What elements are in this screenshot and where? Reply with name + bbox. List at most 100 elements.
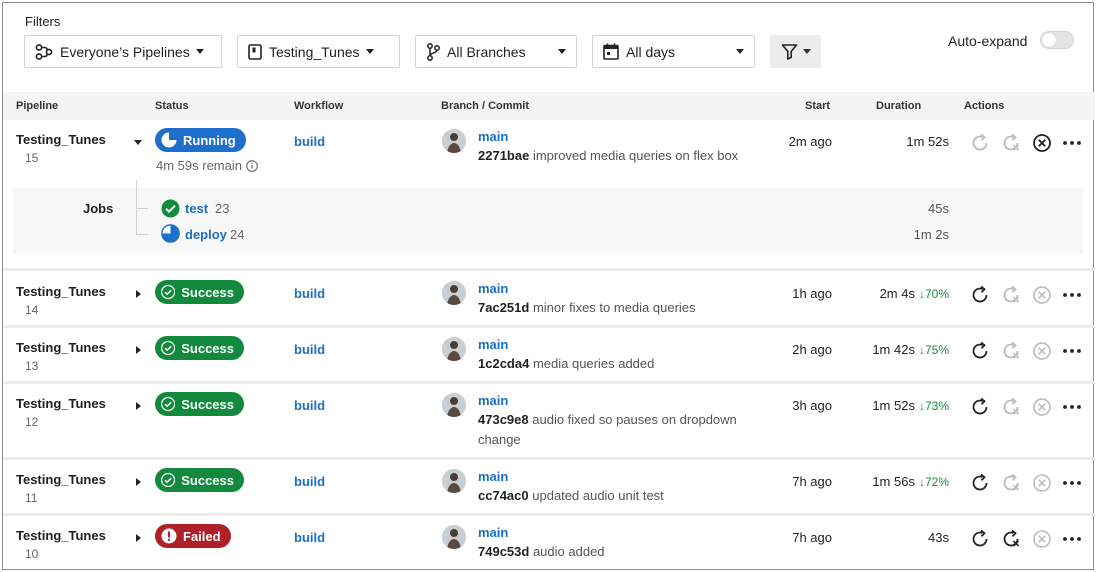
rerun-icon[interactable]: [969, 284, 991, 306]
more-options-icon[interactable]: [1062, 472, 1082, 494]
pipelines-icon: [35, 43, 53, 60]
owner-filter-dropdown[interactable]: Everyone’s Pipelines: [24, 35, 222, 68]
days-filter-dropdown[interactable]: All days: [592, 35, 755, 68]
workflow-link[interactable]: build: [294, 530, 325, 545]
duration-change-text: 73%: [924, 399, 949, 413]
rerun-icon[interactable]: [969, 396, 991, 418]
duration-change-text: 72%: [924, 475, 949, 489]
pipeline-name[interactable]: Testing_Tunes: [16, 132, 106, 147]
pipeline-number: 11: [25, 491, 38, 505]
col-pipeline: Pipeline: [16, 100, 59, 112]
commit-message: audio fixed so pauses on dropdown: [532, 412, 737, 427]
rerun-icon[interactable]: [969, 528, 991, 550]
failed-icon: [161, 528, 177, 544]
duration-text: 1m 56s: [872, 474, 915, 489]
rerun-failed-icon[interactable]: [1000, 528, 1022, 550]
days-filter-label: All days: [626, 43, 676, 60]
branch-filter-dropdown[interactable]: All Branches: [415, 35, 577, 68]
workflow-link[interactable]: build: [294, 474, 325, 489]
success-check-icon: [161, 472, 176, 488]
expand-chevron-icon[interactable]: [136, 402, 141, 410]
row-divider: [3, 457, 1095, 460]
rerun-failed-icon[interactable]: [1000, 472, 1022, 494]
cancel-icon[interactable]: [1031, 528, 1053, 550]
workflow-link[interactable]: build: [294, 134, 325, 149]
commit-message: audio added: [532, 544, 605, 559]
status-badge-running: Running: [155, 128, 246, 152]
commit-hash[interactable]: cc74ac0: [478, 488, 529, 503]
more-options-icon[interactable]: [1062, 528, 1082, 550]
duration-text: 43s: [928, 530, 949, 545]
start-time: 1h ago: [792, 286, 832, 301]
expand-chevron-icon[interactable]: [136, 478, 141, 486]
pipeline-name[interactable]: Testing_Tunes: [16, 340, 106, 355]
advanced-filter-button[interactable]: [770, 35, 821, 68]
cancel-icon[interactable]: [1031, 396, 1053, 418]
workflow-link[interactable]: build: [294, 286, 325, 301]
commit-info: 473c9e8 audio fixed so pauses on dropdow…: [478, 410, 758, 450]
commit-hash[interactable]: 1c2cda4: [478, 356, 529, 371]
pipeline-number: 13: [25, 359, 39, 373]
duration-change-text: 75%: [924, 343, 949, 357]
project-filter-dropdown[interactable]: Testing_Tunes: [237, 35, 400, 68]
more-options-icon[interactable]: [1062, 340, 1082, 362]
col-branch-commit: Branch / Commit: [441, 100, 530, 112]
job-name[interactable]: deploy: [185, 227, 227, 242]
commit-hash[interactable]: 2271bae: [478, 148, 529, 163]
pipeline-number: 12: [25, 415, 39, 429]
branch-link[interactable]: main: [478, 337, 508, 352]
rerun-failed-icon[interactable]: [1000, 396, 1022, 418]
status-text: Success: [181, 396, 234, 412]
branch-link[interactable]: main: [478, 469, 508, 484]
row-actions: [969, 284, 1082, 306]
pipeline-name[interactable]: Testing_Tunes: [16, 396, 106, 411]
rerun-icon[interactable]: [969, 132, 991, 154]
pipeline-name[interactable]: Testing_Tunes: [16, 528, 106, 543]
pipeline-number: 14: [25, 303, 39, 317]
cancel-icon[interactable]: [1031, 132, 1053, 154]
workflow-link[interactable]: build: [294, 398, 325, 413]
rerun-failed-icon[interactable]: [1000, 284, 1022, 306]
avatar: [442, 525, 466, 549]
cancel-icon[interactable]: [1031, 472, 1053, 494]
cancel-icon[interactable]: [1031, 340, 1053, 362]
branch-link[interactable]: main: [478, 393, 508, 408]
status-badge-success: Success: [155, 336, 244, 360]
workflow-link[interactable]: build: [294, 342, 325, 357]
branch-link[interactable]: main: [478, 281, 508, 296]
job-name[interactable]: test: [185, 201, 208, 216]
branch-filter-label: All Branches: [447, 43, 526, 60]
status-text: Running: [183, 132, 236, 148]
pipeline-name[interactable]: Testing_Tunes: [16, 284, 106, 299]
rerun-failed-icon[interactable]: [1000, 132, 1022, 154]
branch-link[interactable]: main: [478, 525, 508, 540]
auto-expand-toggle[interactable]: [1040, 31, 1074, 49]
calendar-icon: [603, 43, 619, 60]
job-number: 24: [230, 227, 245, 242]
branch-link[interactable]: main: [478, 129, 508, 144]
duration: 2m 4s ↓70%: [833, 286, 949, 301]
commit-hash[interactable]: 749c53d: [478, 544, 529, 559]
more-options-icon[interactable]: [1062, 132, 1082, 154]
project-filter-label: Testing_Tunes: [269, 43, 360, 60]
status-text: Success: [181, 472, 234, 488]
more-options-icon[interactable]: [1062, 284, 1082, 306]
cancel-icon[interactable]: [1031, 284, 1053, 306]
avatar: [442, 337, 466, 361]
rerun-icon[interactable]: [969, 340, 991, 362]
commit-message-cont: change: [478, 432, 521, 447]
rerun-icon[interactable]: [969, 472, 991, 494]
commit-hash[interactable]: 7ac251d: [478, 300, 529, 315]
expand-chevron-icon[interactable]: [136, 290, 141, 298]
rerun-failed-icon[interactable]: [1000, 340, 1022, 362]
commit-hash[interactable]: 473c9e8: [478, 412, 529, 427]
row-divider: [3, 513, 1095, 516]
expand-chevron-icon[interactable]: [136, 346, 141, 354]
pipeline-name[interactable]: Testing_Tunes: [16, 472, 106, 487]
expand-chevron-icon[interactable]: [136, 534, 141, 542]
info-icon[interactable]: [246, 159, 258, 172]
collapse-chevron-icon[interactable]: [134, 140, 142, 145]
more-options-icon[interactable]: [1062, 396, 1082, 418]
jobs-tree-branch: [136, 234, 148, 235]
status-text: Failed: [183, 528, 221, 544]
